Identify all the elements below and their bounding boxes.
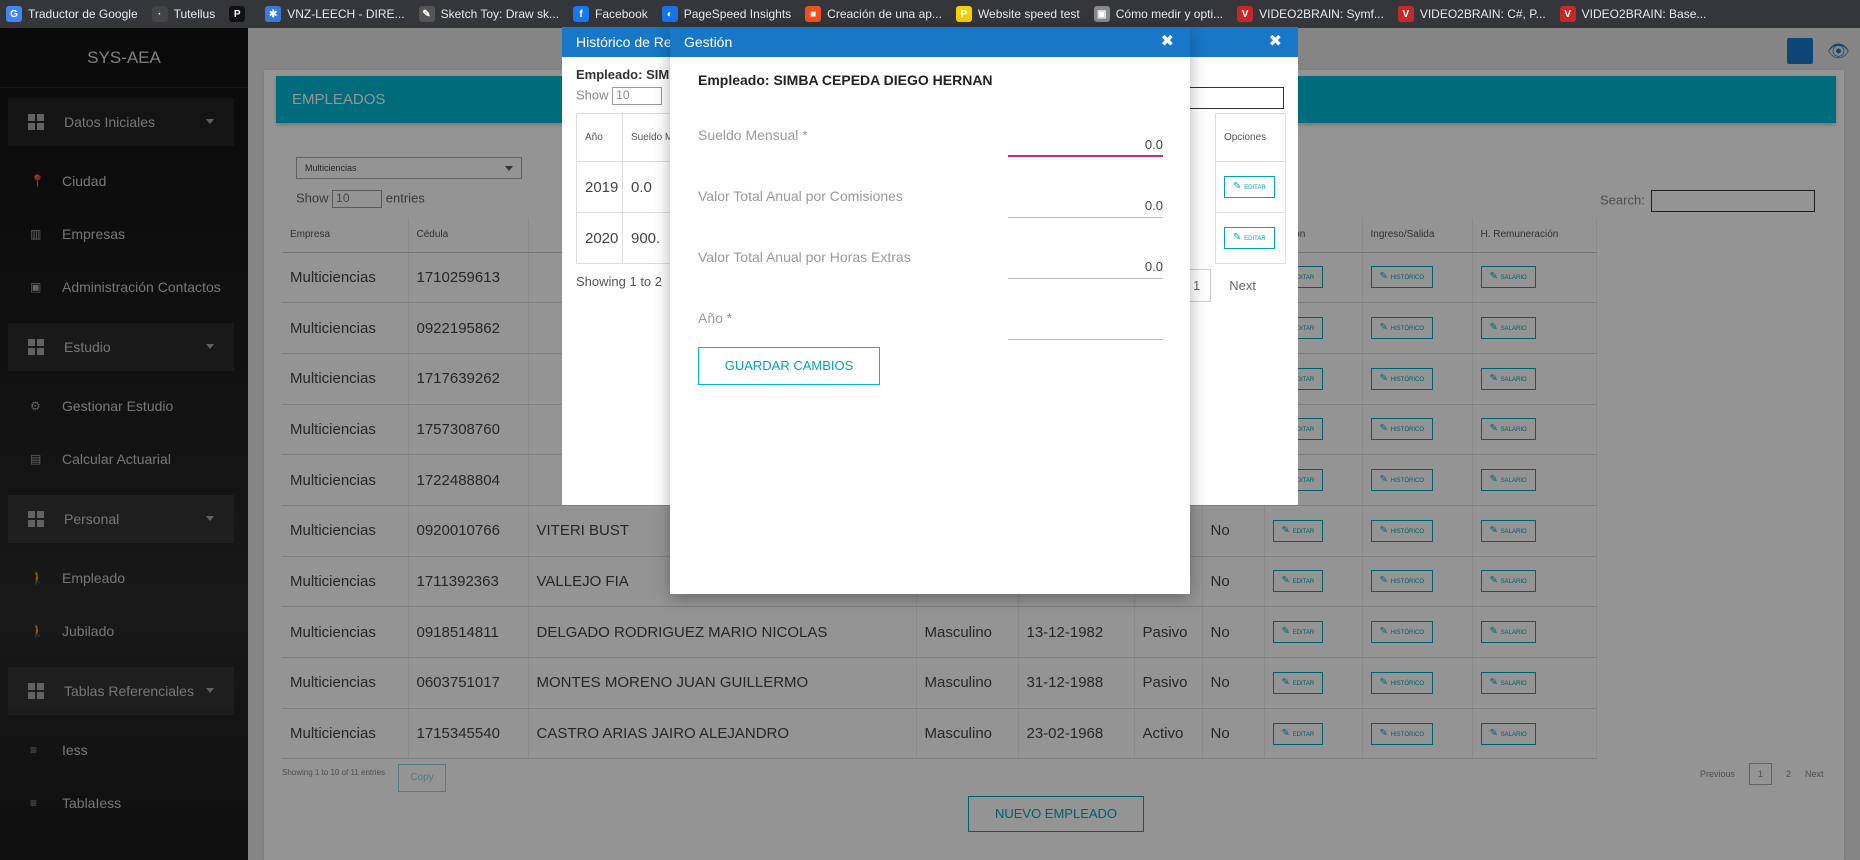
bookmark-item[interactable]: ✱ VNZ-LEECH - DIRE... xyxy=(265,6,405,22)
gestion-modal-header: Gestión ✖ xyxy=(670,27,1190,57)
cell-anio: 2019 xyxy=(576,161,623,213)
bookmark-favicon-icon: · xyxy=(151,6,168,22)
bookmark-label: Tutellus xyxy=(173,7,216,21)
field-label: Valor Total Anual por Horas Extras xyxy=(698,249,911,265)
edit-button[interactable]: Editar xyxy=(1223,176,1275,198)
historico-show: Show 10 xyxy=(576,87,663,105)
bookmarks-bar: G Traductor de Google · Tutellus P ✱ VNZ-LEECH… xyxy=(0,0,1860,28)
bookmark-label: Website speed test xyxy=(977,7,1080,21)
bookmark-label: VIDEO2BRAIN: Symf... xyxy=(1259,7,1384,21)
field-label: Valor Total Anual por Comisiones xyxy=(698,188,903,204)
historico-modal-title: Histórico de Re xyxy=(576,34,672,50)
bookmark-label: Traductor de Google xyxy=(28,7,138,21)
bookmark-favicon-icon: ■ xyxy=(805,6,822,22)
field-input[interactable]: 0.0 xyxy=(1008,133,1163,157)
bookmark-item[interactable]: ✎ Sketch Toy: Draw sk... xyxy=(418,6,560,22)
field-input[interactable] xyxy=(1008,316,1163,340)
field-input[interactable]: 0.0 xyxy=(1008,194,1163,218)
close-icon[interactable]: ✖ xyxy=(1269,27,1282,57)
bookmark-item[interactable]: V VIDEO2BRAIN: Base... xyxy=(1559,6,1707,22)
form-field: Sueldo Mensual * 0.0 xyxy=(698,113,1163,163)
historico-search-input[interactable] xyxy=(1186,87,1284,109)
bookmark-favicon-icon: V xyxy=(1237,6,1254,22)
historico-employee: Empleado: SIM xyxy=(576,67,670,82)
form-field: Valor Total Anual por Comisiones 0.0 xyxy=(698,174,1163,224)
cell-anio: 2020 xyxy=(576,212,623,264)
bookmark-label: Cómo medir y opti... xyxy=(1115,7,1224,21)
bookmark-item[interactable]: ■ Creación de una ap... xyxy=(805,6,942,22)
gestion-employee: Empleado: SIMBA CEPEDA DIEGO HERNAN xyxy=(698,72,993,88)
show-label: Show xyxy=(576,87,609,103)
historico-info: Showing 1 to 2 xyxy=(576,274,663,289)
field-input[interactable]: 0.0 xyxy=(1008,255,1163,279)
bookmark-label: Creación de una ap... xyxy=(827,7,942,21)
bookmark-favicon-icon: ▣ xyxy=(1093,6,1110,22)
cell-opciones: Editar xyxy=(1214,161,1286,213)
bookmark-label: Facebook xyxy=(595,7,648,21)
field-label: Sueldo Mensual * xyxy=(698,127,808,143)
bookmark-label: VIDEO2BRAIN: Base... xyxy=(1581,7,1707,21)
bookmark-item[interactable]: P xyxy=(229,6,251,22)
historico-pagination: 1 Next xyxy=(1182,269,1256,302)
cell-opciones: Editar xyxy=(1214,212,1286,264)
bookmark-label: Sketch Toy: Draw sk... xyxy=(440,7,560,21)
bookmark-label: PageSpeed Insights xyxy=(683,7,792,21)
form-field: Año * xyxy=(698,296,1163,346)
bookmark-item[interactable]: V VIDEO2BRAIN: C#, P... xyxy=(1397,6,1546,22)
gestion-modal-title: Gestión xyxy=(684,34,733,50)
bookmark-favicon-icon: V xyxy=(1559,6,1576,22)
bookmark-item[interactable]: V VIDEO2BRAIN: Symf... xyxy=(1237,6,1384,22)
bookmark-favicon-icon: ✎ xyxy=(418,6,435,22)
historico-page-size-select[interactable]: 10 xyxy=(612,87,663,105)
bookmark-item[interactable]: · Tutellus xyxy=(151,6,216,22)
bookmark-item[interactable]: G Traductor de Google xyxy=(6,6,138,22)
bookmark-favicon-icon: P xyxy=(955,6,972,22)
bookmark-favicon-icon: f xyxy=(573,6,590,22)
field-label: Año * xyxy=(698,310,733,326)
historico-next[interactable]: Next xyxy=(1229,278,1256,293)
bookmark-favicon-icon: P xyxy=(229,6,246,22)
bookmark-item[interactable]: P Website speed test xyxy=(955,6,1080,22)
bookmark-label: VNZ-LEECH - DIRE... xyxy=(287,7,405,21)
bookmark-item[interactable]: ◐ PageSpeed Insights xyxy=(661,6,792,22)
bookmark-label: VIDEO2BRAIN: C#, P... xyxy=(1419,7,1546,21)
gestion-modal: Gestión ✖ Empleado: SIMBA CEPEDA DIEGO H… xyxy=(670,27,1190,594)
bookmark-favicon-icon: ◐ xyxy=(661,6,678,22)
bookmark-item[interactable]: ▣ Cómo medir y opti... xyxy=(1093,6,1224,22)
save-changes-button[interactable]: GUARDAR CAMBIOS xyxy=(698,347,880,385)
bookmark-favicon-icon: G xyxy=(6,6,22,22)
column-header[interactable]: Año xyxy=(576,113,623,162)
bookmark-item[interactable]: f Facebook xyxy=(573,6,648,22)
close-icon[interactable]: ✖ xyxy=(1161,27,1174,57)
bookmark-favicon-icon: V xyxy=(1397,6,1414,22)
edit-button[interactable]: Editar xyxy=(1223,227,1275,249)
form-field: Valor Total Anual por Horas Extras 0.0 xyxy=(698,235,1163,285)
bookmark-favicon-icon: ✱ xyxy=(265,6,282,22)
column-header[interactable]: Opciones xyxy=(1214,113,1286,162)
